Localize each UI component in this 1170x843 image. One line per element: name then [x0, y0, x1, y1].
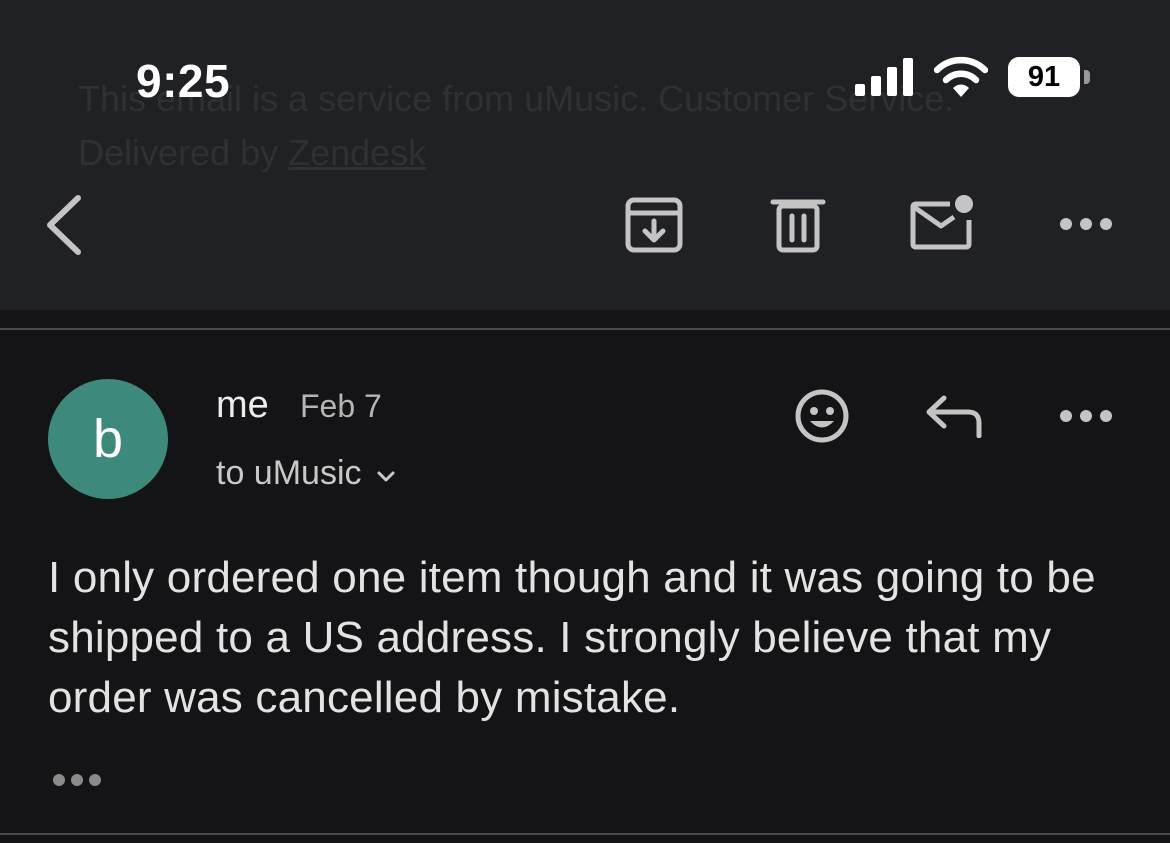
back-icon[interactable]	[42, 194, 88, 256]
avatar-letter: b	[92, 409, 124, 469]
reply-icon[interactable]	[924, 394, 984, 438]
avatar[interactable]: b	[48, 379, 168, 499]
email-view: This email is a service from uMusic. Cus…	[0, 0, 1170, 843]
top-app-bar: This email is a service from uMusic. Cus…	[0, 0, 1170, 310]
trash-icon[interactable]	[770, 196, 826, 254]
message-date: Feb 7	[300, 388, 382, 424]
battery-level: 91	[1008, 57, 1080, 97]
divider	[0, 328, 1170, 330]
battery-icon: 91	[1008, 57, 1092, 99]
divider	[0, 833, 1170, 835]
emoji-reaction-icon[interactable]	[794, 388, 850, 444]
status-time: 9:25	[136, 55, 231, 107]
recipients-toggle[interactable]: to uMusic	[216, 454, 396, 493]
show-trimmed-content-icon[interactable]	[50, 770, 106, 790]
background-text-line2: Delivered by Zendesk	[78, 132, 426, 174]
battery-nub	[1084, 70, 1090, 84]
more-options-icon[interactable]	[1058, 212, 1114, 236]
more-options-icon[interactable]	[1058, 404, 1114, 428]
zendesk-link: Zendesk	[288, 132, 427, 173]
message-body: I only ordered one item though and it wa…	[48, 553, 1096, 722]
sender-name: me	[216, 384, 269, 426]
recipients-label: to uMusic	[216, 454, 362, 492]
signal-icon	[855, 58, 913, 96]
delivered-by-label: Delivered by	[78, 132, 279, 173]
archive-icon[interactable]	[624, 196, 684, 254]
wifi-icon	[934, 56, 988, 97]
mark-unread-icon[interactable]	[908, 192, 976, 252]
chevron-down-icon	[377, 471, 394, 481]
